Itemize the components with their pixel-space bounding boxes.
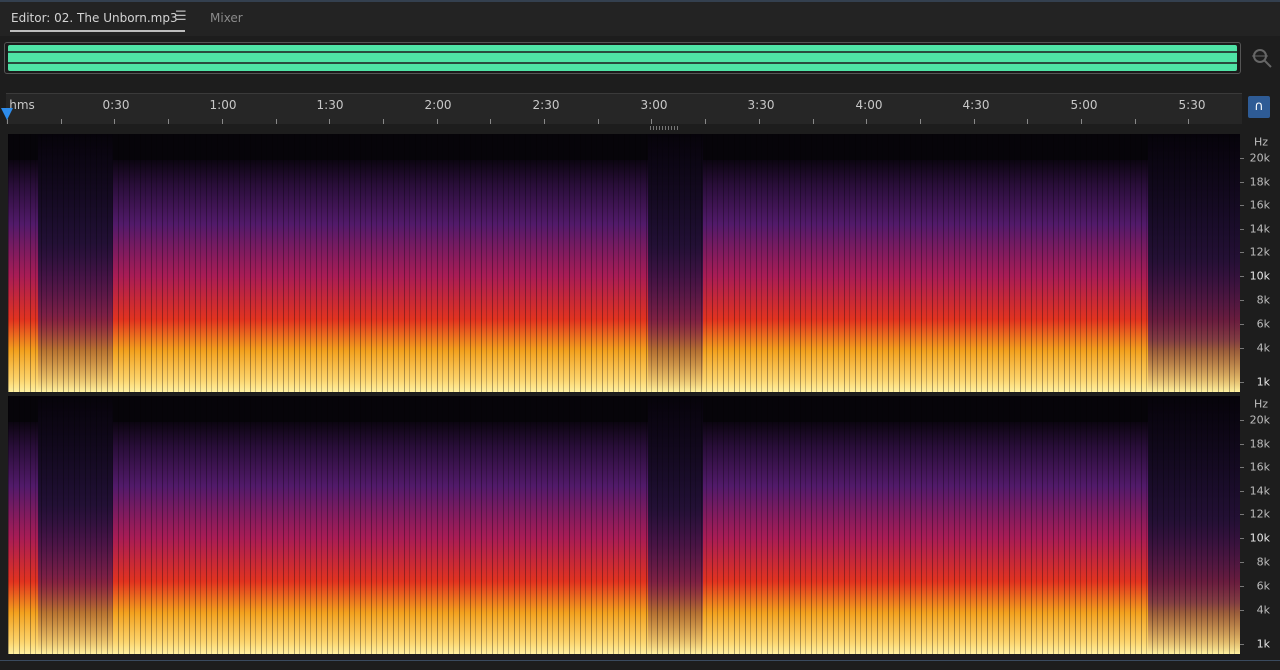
- ruler-time-label: 1:00: [209, 98, 237, 112]
- frequency-tick: [1240, 538, 1244, 539]
- ruler-time-label: 5:00: [1070, 98, 1098, 112]
- frequency-tick: [1240, 444, 1244, 445]
- panel-tab-bar: Editor: 02. The Unborn.mp3 ☰ Mixer: [0, 2, 1280, 36]
- frequency-tick: [1240, 514, 1244, 515]
- ruler-units-label: hms: [9, 98, 35, 112]
- frequency-tick: [1240, 300, 1244, 301]
- frequency-tick: [1240, 348, 1244, 349]
- zoom-navigator-icon[interactable]: [1250, 46, 1274, 70]
- ruler-tick: [114, 119, 115, 124]
- frequency-axis-left: Hz 20k 18k 16k 14k 12k 10k 8k 6k 4k 1k: [1240, 134, 1280, 392]
- playhead-marker[interactable]: [1, 108, 13, 120]
- frequency-tick-label: 16k: [1249, 198, 1270, 212]
- frequency-tick-label: 12k: [1249, 245, 1270, 259]
- overview-channel-divider: [8, 51, 1237, 53]
- ruler-tick: [920, 119, 921, 124]
- frequency-tick: [1240, 420, 1244, 421]
- tab-editor[interactable]: Editor: 02. The Unborn.mp3: [11, 11, 178, 25]
- frequency-unit-label: Hz: [1253, 397, 1268, 411]
- frequency-tick-label: 20k: [1249, 413, 1270, 427]
- spectrogram-striations: [8, 134, 1240, 392]
- waveform-overview[interactable]: [4, 42, 1241, 74]
- ruler-tick: [974, 119, 975, 124]
- ruler-tick: [437, 119, 438, 124]
- frequency-tick: [1240, 586, 1244, 587]
- frequency-tick-label: 10k: [1249, 269, 1270, 283]
- frequency-tick: [1240, 324, 1244, 325]
- ruler-tick: [329, 119, 330, 124]
- ruler-tick: [544, 119, 545, 124]
- frequency-tick: [1240, 644, 1244, 645]
- frequency-tick: [1240, 610, 1244, 611]
- frequency-tick-label: 14k: [1249, 222, 1270, 236]
- frequency-tick: [1240, 205, 1244, 206]
- frequency-tick-label: 18k: [1249, 175, 1270, 189]
- loop-playback-icon[interactable]: ∩: [1248, 96, 1270, 118]
- frequency-tick: [1240, 276, 1244, 277]
- ruler-tick: [1135, 119, 1136, 124]
- ruler-tick: [1027, 119, 1028, 124]
- ruler-tick: [866, 119, 867, 124]
- frequency-unit-label: Hz: [1253, 135, 1268, 149]
- ruler-tick: [813, 119, 814, 124]
- ruler-tick: [759, 119, 760, 124]
- ruler-tick: [1081, 119, 1082, 124]
- frequency-tick-label: 16k: [1249, 460, 1270, 474]
- frequency-tick-label: 10k: [1249, 531, 1270, 545]
- frequency-tick: [1240, 229, 1244, 230]
- frequency-tick: [1240, 467, 1244, 468]
- frequency-tick-label: 6k: [1256, 579, 1270, 593]
- ruler-time-label: 0:30: [102, 98, 130, 112]
- ruler-tick: [1188, 119, 1189, 124]
- active-tab-indicator: [10, 30, 185, 32]
- frequency-tick: [1240, 491, 1244, 492]
- ruler-tick: [222, 119, 223, 124]
- frequency-tick-label: 14k: [1249, 484, 1270, 498]
- ruler-tick: [490, 119, 491, 124]
- ruler-tick: [598, 119, 599, 124]
- ruler-time-label: 4:00: [855, 98, 883, 112]
- frequency-tick: [1240, 382, 1244, 383]
- ruler-tick: [383, 119, 384, 124]
- ruler-tick: [61, 119, 62, 124]
- frequency-tick-label: 6k: [1256, 317, 1270, 331]
- overview-waveform: [8, 45, 1237, 71]
- ruler-tick: [168, 119, 169, 124]
- frequency-axis-right: Hz 20k 18k 16k 14k 12k 10k 8k 6k 4k 1k: [1240, 396, 1280, 654]
- frequency-tick-label: 4k: [1256, 603, 1270, 617]
- frequency-tick-label: 1k: [1256, 637, 1270, 651]
- ruler-tick: [276, 119, 277, 124]
- frequency-tick: [1240, 252, 1244, 253]
- ruler-time-label: 3:00: [640, 98, 668, 112]
- ruler-time-label: 2:30: [532, 98, 560, 112]
- ruler-time-label: 2:00: [424, 98, 452, 112]
- spectrogram-striations: [8, 396, 1240, 654]
- frequency-tick-label: 20k: [1249, 151, 1270, 165]
- frequency-tick-label: 8k: [1256, 293, 1270, 307]
- frequency-tick: [1240, 158, 1244, 159]
- frequency-tick-label: 1k: [1256, 375, 1270, 389]
- frequency-tick-label: 12k: [1249, 507, 1270, 521]
- time-ruler[interactable]: hms 0:30 1:00 1:30 2:00 2:30 3:00 3:30 4:00 4:30 5…: [6, 93, 1242, 124]
- frequency-tick-label: 8k: [1256, 555, 1270, 569]
- frequency-tick-label: 18k: [1249, 437, 1270, 451]
- frequency-tick: [1240, 182, 1244, 183]
- ruler-time-label: 5:30: [1178, 98, 1206, 112]
- overview-channel-divider: [8, 62, 1237, 64]
- frequency-tick: [1240, 562, 1244, 563]
- tab-mixer[interactable]: Mixer: [210, 11, 243, 25]
- ruler-time-label: 1:30: [316, 98, 344, 112]
- ruler-time-label: 3:30: [747, 98, 775, 112]
- ruler-tick: [705, 119, 706, 124]
- frequency-tick-label: 4k: [1256, 341, 1270, 355]
- ruler-time-label: 4:30: [962, 98, 990, 112]
- panel-resize-grip[interactable]: [650, 126, 678, 130]
- ruler-tick: [651, 119, 652, 124]
- spectral-display-channel-right[interactable]: [8, 396, 1240, 654]
- spectral-display-channel-left[interactable]: [8, 134, 1240, 392]
- hamburger-menu-icon[interactable]: ☰: [175, 9, 187, 24]
